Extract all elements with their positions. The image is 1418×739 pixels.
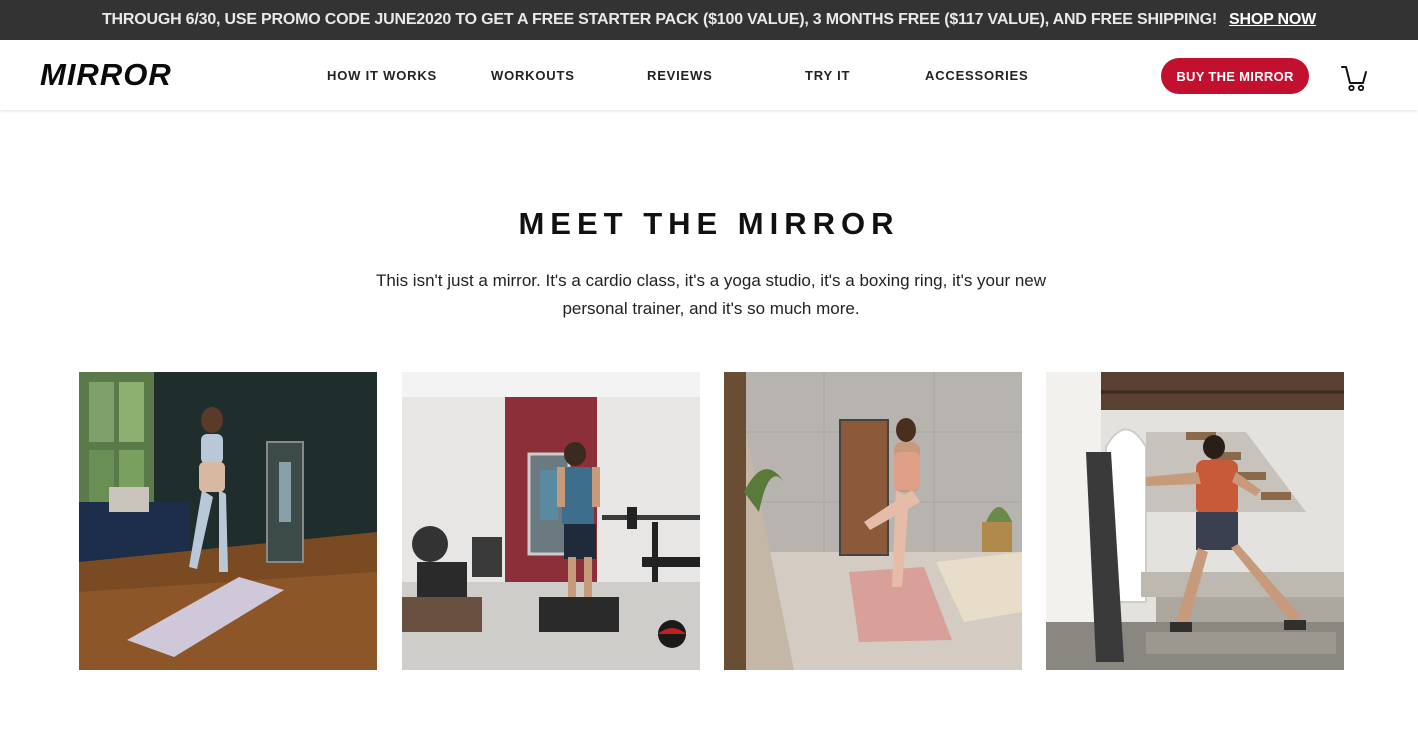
site-header: MIRROR HOW IT WORKS WORKOUTS REVIEWS TRY… [0,40,1418,110]
photo-image [402,372,700,670]
section-title: MEET THE MIRROR [518,206,900,241]
photo-weights-home-gym [402,372,700,670]
photo-yoga-living-room [79,372,377,670]
nav-try-it[interactable]: TRY IT [805,68,850,83]
cart-icon[interactable] [1340,64,1368,92]
photo-boxing-loft [1046,372,1344,670]
promo-bar: THROUGH 6/30, USE PROMO CODE JUNE2020 TO… [0,0,1418,40]
photo-image [79,372,377,670]
shop-now-link[interactable]: SHOP NOW [1229,11,1316,29]
promo-text: THROUGH 6/30, USE PROMO CODE JUNE2020 TO… [101,11,1218,28]
section-description: This isn't just a mirror. It's a cardio … [375,271,1047,318]
buy-the-mirror-button[interactable]: BUY THE MIRROR [1161,58,1309,94]
photo-image [724,372,1022,670]
nav-accessories[interactable]: ACCESSORIES [925,68,1028,83]
cart-icon-graphic [1341,66,1367,92]
photo-image [1046,372,1344,670]
nav-reviews[interactable]: REVIEWS [647,68,713,83]
nav-how-it-works[interactable]: HOW IT WORKS [327,68,437,83]
photo-yoga-balance-studio [724,372,1022,670]
nav-workouts[interactable]: WORKOUTS [491,68,575,83]
